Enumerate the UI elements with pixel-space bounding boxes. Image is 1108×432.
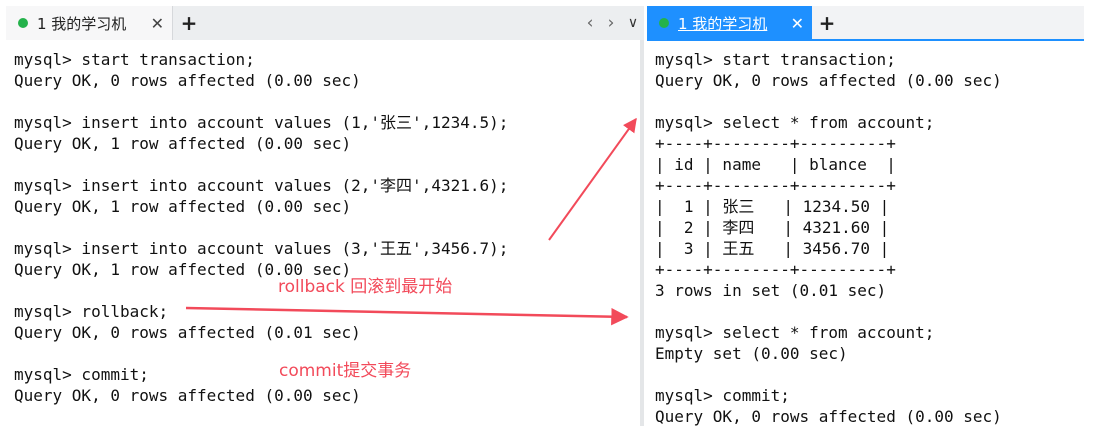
close-icon[interactable]: ✕ bbox=[791, 14, 804, 33]
connected-status-icon bbox=[18, 18, 28, 28]
right-tab-bar: 1 我的学习机 ✕ + bbox=[647, 6, 1084, 41]
right-tab-label: 1 我的学习机 bbox=[678, 14, 768, 33]
close-icon[interactable]: ✕ bbox=[151, 14, 164, 33]
left-session-tab[interactable]: 1 我的学习机 ✕ bbox=[6, 6, 173, 40]
left-tab-label: 1 我的学习机 bbox=[37, 14, 127, 33]
commit-annotation: commit提交事务 bbox=[279, 361, 412, 381]
chevron-left-icon[interactable]: ‹ bbox=[581, 6, 599, 40]
new-tab-button[interactable]: + bbox=[177, 6, 201, 40]
rollback-annotation: rollback 回滚到最开始 bbox=[278, 277, 453, 297]
chevron-down-icon[interactable]: ∨ bbox=[624, 6, 642, 40]
left-tab-bar: 1 我的学习机 ✕ + ‹ › ∨ bbox=[6, 6, 644, 40]
right-terminal-window: 1 我的学习机 ✕ + mysql> start transaction; Qu… bbox=[647, 6, 1084, 426]
right-terminal-output[interactable]: mysql> start transaction; Query OK, 0 ro… bbox=[647, 40, 1084, 426]
connected-status-icon bbox=[659, 18, 669, 28]
right-session-tab[interactable]: 1 我的学习机 ✕ bbox=[647, 6, 812, 40]
chevron-right-icon[interactable]: › bbox=[602, 6, 620, 40]
new-tab-button[interactable]: + bbox=[815, 6, 839, 40]
left-scrollbar[interactable] bbox=[640, 40, 644, 426]
